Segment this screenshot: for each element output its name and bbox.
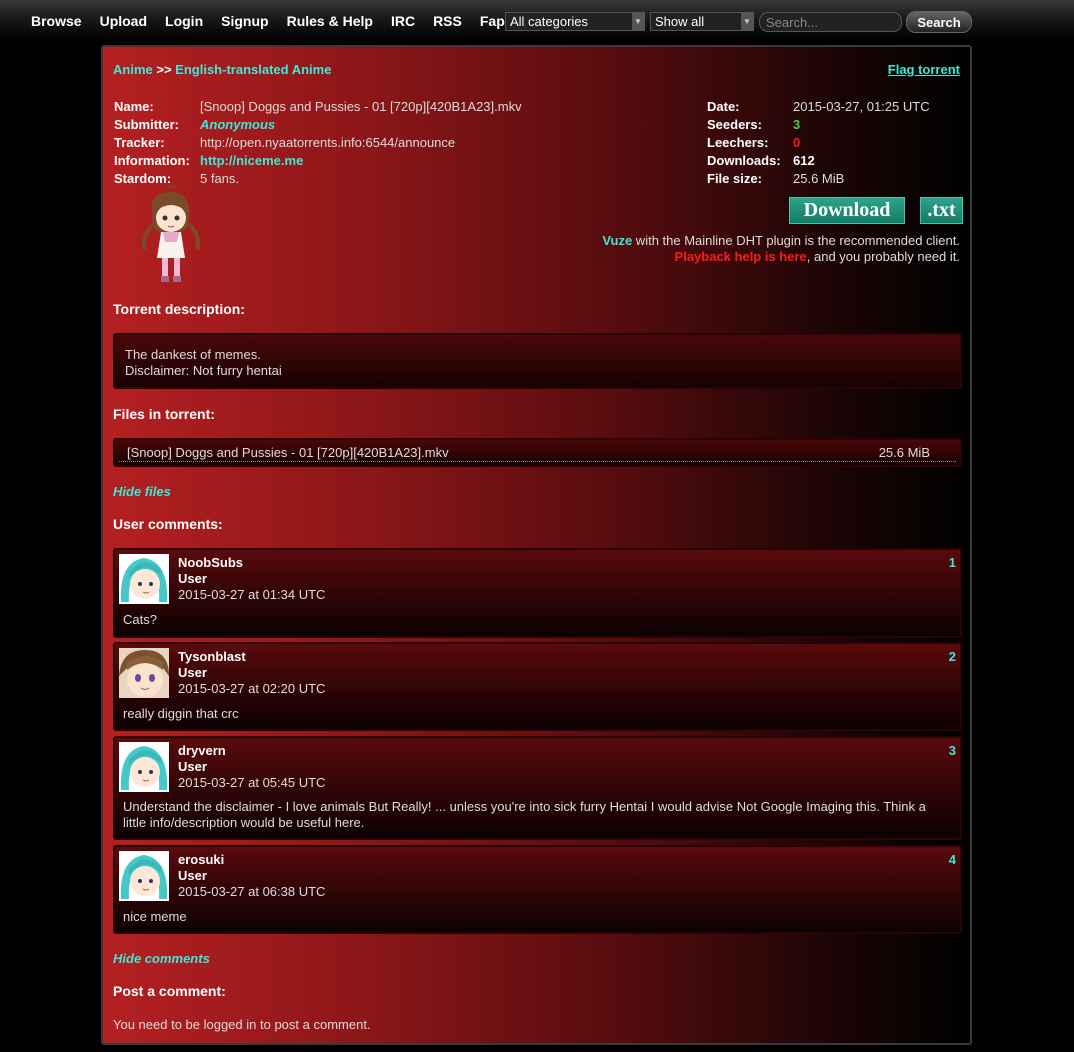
comment-date: 2015-03-27 at 06:38 UTC	[178, 884, 326, 899]
top-navigation-bar: Browse Upload Login Signup Rules & Help …	[0, 0, 1074, 40]
chevron-down-icon: ▼	[741, 13, 753, 30]
file-row-divider	[119, 461, 956, 462]
vuze-note-text: with the Mainline DHT plugin is the reco…	[632, 233, 960, 248]
name-label: Name:	[114, 99, 154, 114]
comment-number[interactable]: 4	[949, 852, 956, 867]
description-heading: Torrent description:	[113, 301, 245, 317]
comment-text: Understand the disclaimer - I love anima…	[123, 799, 926, 830]
breadcrumb: Anime >> English-translated Anime	[113, 62, 331, 77]
mascot-girl-image	[142, 185, 200, 282]
comment-1: NoobSubs User 2015-03-27 at 01:34 UTC 1 …	[113, 548, 962, 638]
nav-fap[interactable]: Fap	[480, 13, 505, 29]
nav-signup[interactable]: Signup	[221, 13, 268, 29]
chevron-down-icon: ▼	[632, 13, 644, 30]
comment-username[interactable]: erosuki	[178, 852, 224, 867]
comment-user-role: User	[178, 868, 207, 883]
comment-user-role: User	[178, 759, 207, 774]
hide-files-link[interactable]: Hide files	[113, 484, 171, 499]
tracker-label: Tracker:	[114, 135, 165, 150]
submitter-value: Anonymous	[200, 117, 276, 132]
post-comment-heading: Post a comment:	[113, 983, 226, 999]
login-required-message: You need to be logged in to post a comme…	[113, 1017, 371, 1032]
leechers-label: Leechers:	[707, 135, 769, 150]
nav-login[interactable]: Login	[165, 13, 203, 29]
details-right: Date: 2015-03-27, 01:25 UTC Seeders: 3 Lee…	[707, 98, 930, 188]
comment-4: erosuki User 2015-03-27 at 06:38 UTC 4 n…	[113, 845, 962, 934]
submitter-label: Submitter:	[114, 117, 179, 132]
nav-irc[interactable]: IRC	[391, 13, 415, 29]
tracker-url: http://open.nyaatorrents.info:6544/annou…	[200, 135, 456, 150]
file-name: [Snoop] Doggs and Pussies - 01 [720p][42…	[127, 445, 449, 460]
miku-avatar-icon	[119, 742, 169, 792]
nav-links: Browse Upload Login Signup Rules & Help …	[31, 13, 523, 29]
nav-rss[interactable]: RSS	[433, 13, 462, 29]
comment-user-role: User	[178, 665, 207, 680]
client-note: Vuze with the Mainline DHT plugin is the…	[602, 233, 960, 265]
breadcrumb-separator: >>	[156, 62, 172, 77]
search-button[interactable]: Search	[906, 11, 972, 33]
playback-note-text: , and you probably need it.	[806, 249, 960, 264]
category-select-value: All categories	[510, 14, 589, 29]
comment-username[interactable]: dryvern	[178, 743, 226, 758]
comment-number[interactable]: 3	[949, 743, 956, 758]
comment-text: Cats?	[123, 612, 157, 627]
seeders-count: 3	[793, 117, 801, 132]
seeders-label: Seeders:	[707, 117, 762, 132]
file-size: 25.6 MiB	[878, 445, 930, 460]
filter-select-value: Show all	[655, 14, 705, 29]
comments-heading: User comments:	[113, 516, 223, 532]
search-input[interactable]	[759, 12, 902, 32]
hide-comments-link[interactable]: Hide comments	[113, 951, 210, 966]
miku-avatar-icon	[119, 851, 169, 901]
vuze-link[interactable]: Vuze	[602, 233, 632, 248]
leechers-count: 0	[793, 135, 801, 150]
nav-upload[interactable]: Upload	[100, 13, 147, 29]
filesize-value: 25.6 MiB	[793, 171, 845, 186]
comment-text: nice meme	[123, 909, 187, 924]
comment-date: 2015-03-27 at 05:45 UTC	[178, 775, 326, 790]
playback-help-link[interactable]: Playback help is here	[675, 249, 807, 264]
comment-number[interactable]: 1	[949, 555, 956, 570]
files-heading: Files in torrent:	[113, 406, 215, 422]
comment-text: really diggin that crc	[123, 706, 239, 721]
comment-date: 2015-03-27 at 02:20 UTC	[178, 681, 326, 696]
comment-username[interactable]: NoobSubs	[178, 555, 243, 570]
description-line: The dankest of memes.	[125, 347, 261, 362]
flag-torrent-link[interactable]: Flag torrent	[888, 62, 960, 77]
comment-3: dryvern User 2015-03-27 at 05:45 UTC 3 U…	[113, 736, 962, 840]
nav-rules-help[interactable]: Rules & Help	[287, 13, 373, 29]
description-line: Disclaimer: Not furry hentai	[125, 363, 282, 378]
nav-browse[interactable]: Browse	[31, 13, 82, 29]
breadcrumb-category[interactable]: Anime	[113, 62, 153, 77]
information-link[interactable]: http://niceme.me	[200, 152, 303, 170]
breadcrumb-subcategory[interactable]: English-translated Anime	[175, 62, 331, 77]
filter-select[interactable]: Show all ▼	[650, 12, 754, 31]
comment-2: Tysonblast User 2015-03-27 at 02:20 UTC …	[113, 642, 962, 731]
date-value: 2015-03-27, 01:25 UTC	[793, 99, 930, 114]
date-label: Date:	[707, 99, 740, 114]
torrent-name: [Snoop] Doggs and Pussies - 01 [720p][42…	[200, 99, 522, 114]
miku-avatar-icon	[119, 554, 169, 604]
information-label: Information:	[114, 153, 190, 168]
download-button[interactable]: Download	[789, 197, 905, 224]
comment-date: 2015-03-27 at 01:34 UTC	[178, 587, 326, 602]
torrent-details-panel: Anime >> English-translated Anime Flag t…	[101, 45, 972, 1045]
brown-hair-avatar-icon	[119, 648, 169, 698]
downloads-label: Downloads:	[707, 153, 781, 168]
comment-username[interactable]: Tysonblast	[178, 649, 246, 664]
details-left: Name: [Snoop] Doggs and Pussies - 01 [720…	[114, 98, 522, 188]
files-list: [Snoop] Doggs and Pussies - 01 [720p][42…	[113, 438, 962, 467]
comment-user-role: User	[178, 571, 207, 586]
txt-button[interactable]: .txt	[920, 197, 963, 224]
downloads-count: 612	[793, 153, 815, 168]
comment-number[interactable]: 2	[949, 649, 956, 664]
category-select[interactable]: All categories ▼	[505, 12, 645, 31]
description-box: The dankest of memes. Disclaimer: Not fu…	[113, 333, 962, 389]
filesize-label: File size:	[707, 171, 762, 186]
